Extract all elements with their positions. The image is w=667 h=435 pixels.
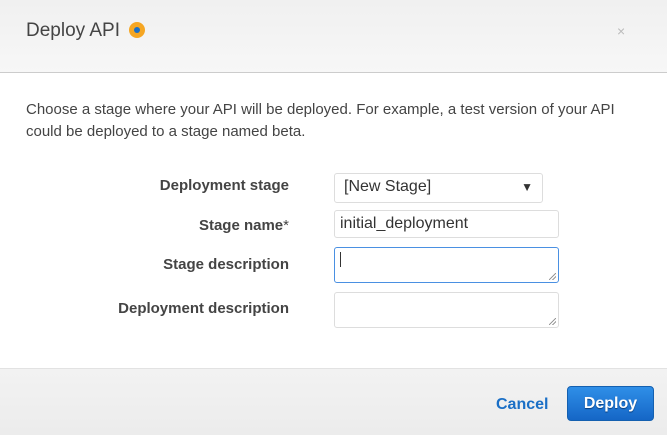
deploy-button[interactable]: Deploy xyxy=(567,386,654,421)
deployment-description-textarea[interactable] xyxy=(334,292,559,328)
deployment-stage-select[interactable]: [New Stage] ▼ xyxy=(334,173,543,203)
text-cursor xyxy=(340,252,341,267)
stage-description-textarea[interactable] xyxy=(334,247,559,283)
dialog-title-text: Deploy API xyxy=(26,20,120,41)
cancel-button[interactable]: Cancel xyxy=(496,396,548,414)
stage-description-label: Stage description xyxy=(163,256,289,273)
deployment-description-label: Deployment description xyxy=(118,300,289,317)
resize-handle-icon[interactable] xyxy=(549,318,556,325)
deployment-stage-value: [New Stage] xyxy=(344,178,432,195)
intro-text: Choose a stage where your API will be de… xyxy=(26,101,615,140)
stage-name-label-text: Stage name xyxy=(198,217,284,234)
dialog-header: Deploy API × xyxy=(0,0,667,73)
stage-name-input[interactable] xyxy=(334,210,559,238)
info-icon[interactable] xyxy=(129,22,146,38)
required-marker: * xyxy=(283,217,289,234)
dialog-footer: Cancel Deploy xyxy=(0,368,667,435)
dialog-title: Deploy API xyxy=(26,20,146,42)
resize-handle-icon[interactable] xyxy=(549,273,556,280)
close-icon[interactable]: × xyxy=(617,23,625,39)
deployment-stage-label: Deployment stage xyxy=(159,177,289,194)
stage-name-label: Stage name* xyxy=(199,217,289,234)
chevron-down-icon: ▼ xyxy=(521,180,533,194)
